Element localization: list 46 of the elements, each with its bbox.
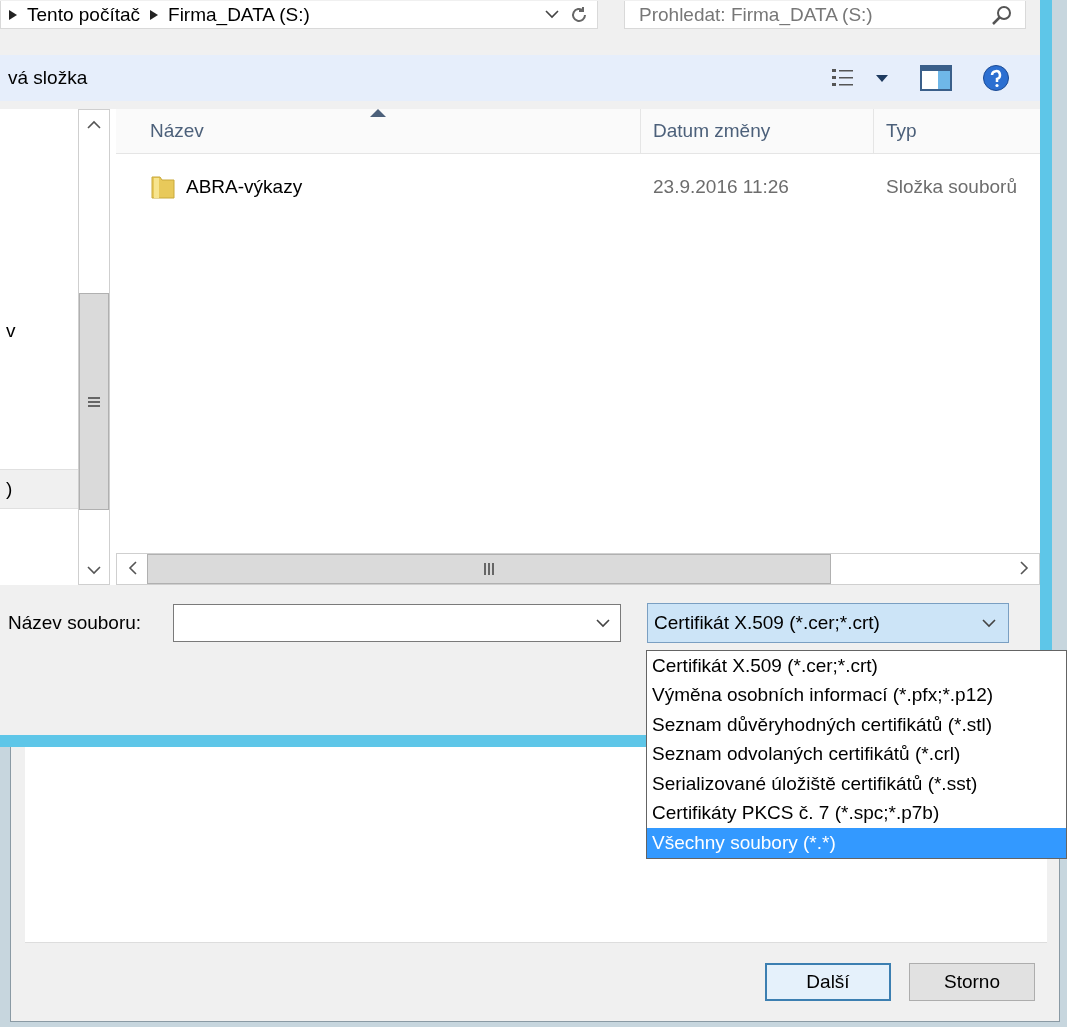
next-button[interactable]: Další [765,963,891,1001]
caret-icon [982,618,996,628]
sort-arrow-icon [370,109,386,117]
grip-icon [483,563,495,575]
scrollbar-thumb[interactable] [147,554,831,584]
file-name[interactable]: ABRA-výkazy [186,176,303,198]
chevron-right-icon [150,9,159,20]
nav-item[interactable]: v [0,311,78,351]
breadcrumb[interactable]: Firma_DATA (S:) [168,3,310,26]
file-name-label: Název souboru: [7,612,143,634]
help-icon[interactable] [982,64,1010,92]
search-field[interactable]: Prohledat: Firma_DATA (S:) [624,1,1026,29]
date-modified: 23.9.2016 11:26 [652,176,790,198]
nav-item[interactable]: ) [0,469,78,509]
file-type-option[interactable]: Certifikát X.509 (*.cer;*.crt) [647,651,1066,681]
file-type-option[interactable]: Seznam odvolaných certifikátů (*.crl) [647,739,1066,769]
cancel-button[interactable]: Storno [909,963,1035,1001]
scrollbar-thumb[interactable] [79,293,109,510]
horizontal-scrollbar[interactable] [116,553,1040,585]
file-type-option[interactable]: Certifikáty PKCS č. 7 (*.spc;*.p7b) [647,798,1066,828]
address-bar[interactable]: Tento počítač Firma_DATA (S:) [0,1,598,29]
search-icon [991,3,1013,26]
new-folder-button[interactable]: vá složka [8,67,88,89]
caret-icon [596,618,610,628]
chevron-down-icon [87,565,101,575]
chevron-left-icon [127,561,137,575]
file-type-option[interactable]: Seznam důvěryhodných certifikátů (*.stl) [647,710,1066,740]
breadcrumb[interactable]: Tento počítač [27,3,141,26]
vertical-scrollbar[interactable] [78,109,110,585]
file-type: Složka souborů [885,176,1018,198]
dropdown-caret-icon [545,10,559,19]
file-type-option[interactable]: Serializované úložiště certifikátů (*.sst) [647,769,1066,799]
column-header[interactable]: Typ [874,109,1040,153]
file-name-field[interactable] [173,604,621,642]
column-header[interactable]: Název [116,109,641,153]
folder-icon [150,174,176,200]
view-options-icon[interactable] [832,68,890,88]
chevron-right-icon [1019,561,1029,575]
column-header[interactable]: Datum změny [641,109,874,153]
preview-pane-icon[interactable] [920,65,952,91]
refresh-icon[interactable] [569,4,589,25]
chevron-up-icon [87,119,101,129]
chevron-right-icon [9,9,17,20]
file-type-dropdown[interactable]: Certifikát X.509 (*.cer;*.crt) [647,603,1009,643]
file-type-option[interactable]: Výměna osobních informací (*.pfx;*.p12) [647,680,1066,710]
grip-icon [88,395,100,408]
